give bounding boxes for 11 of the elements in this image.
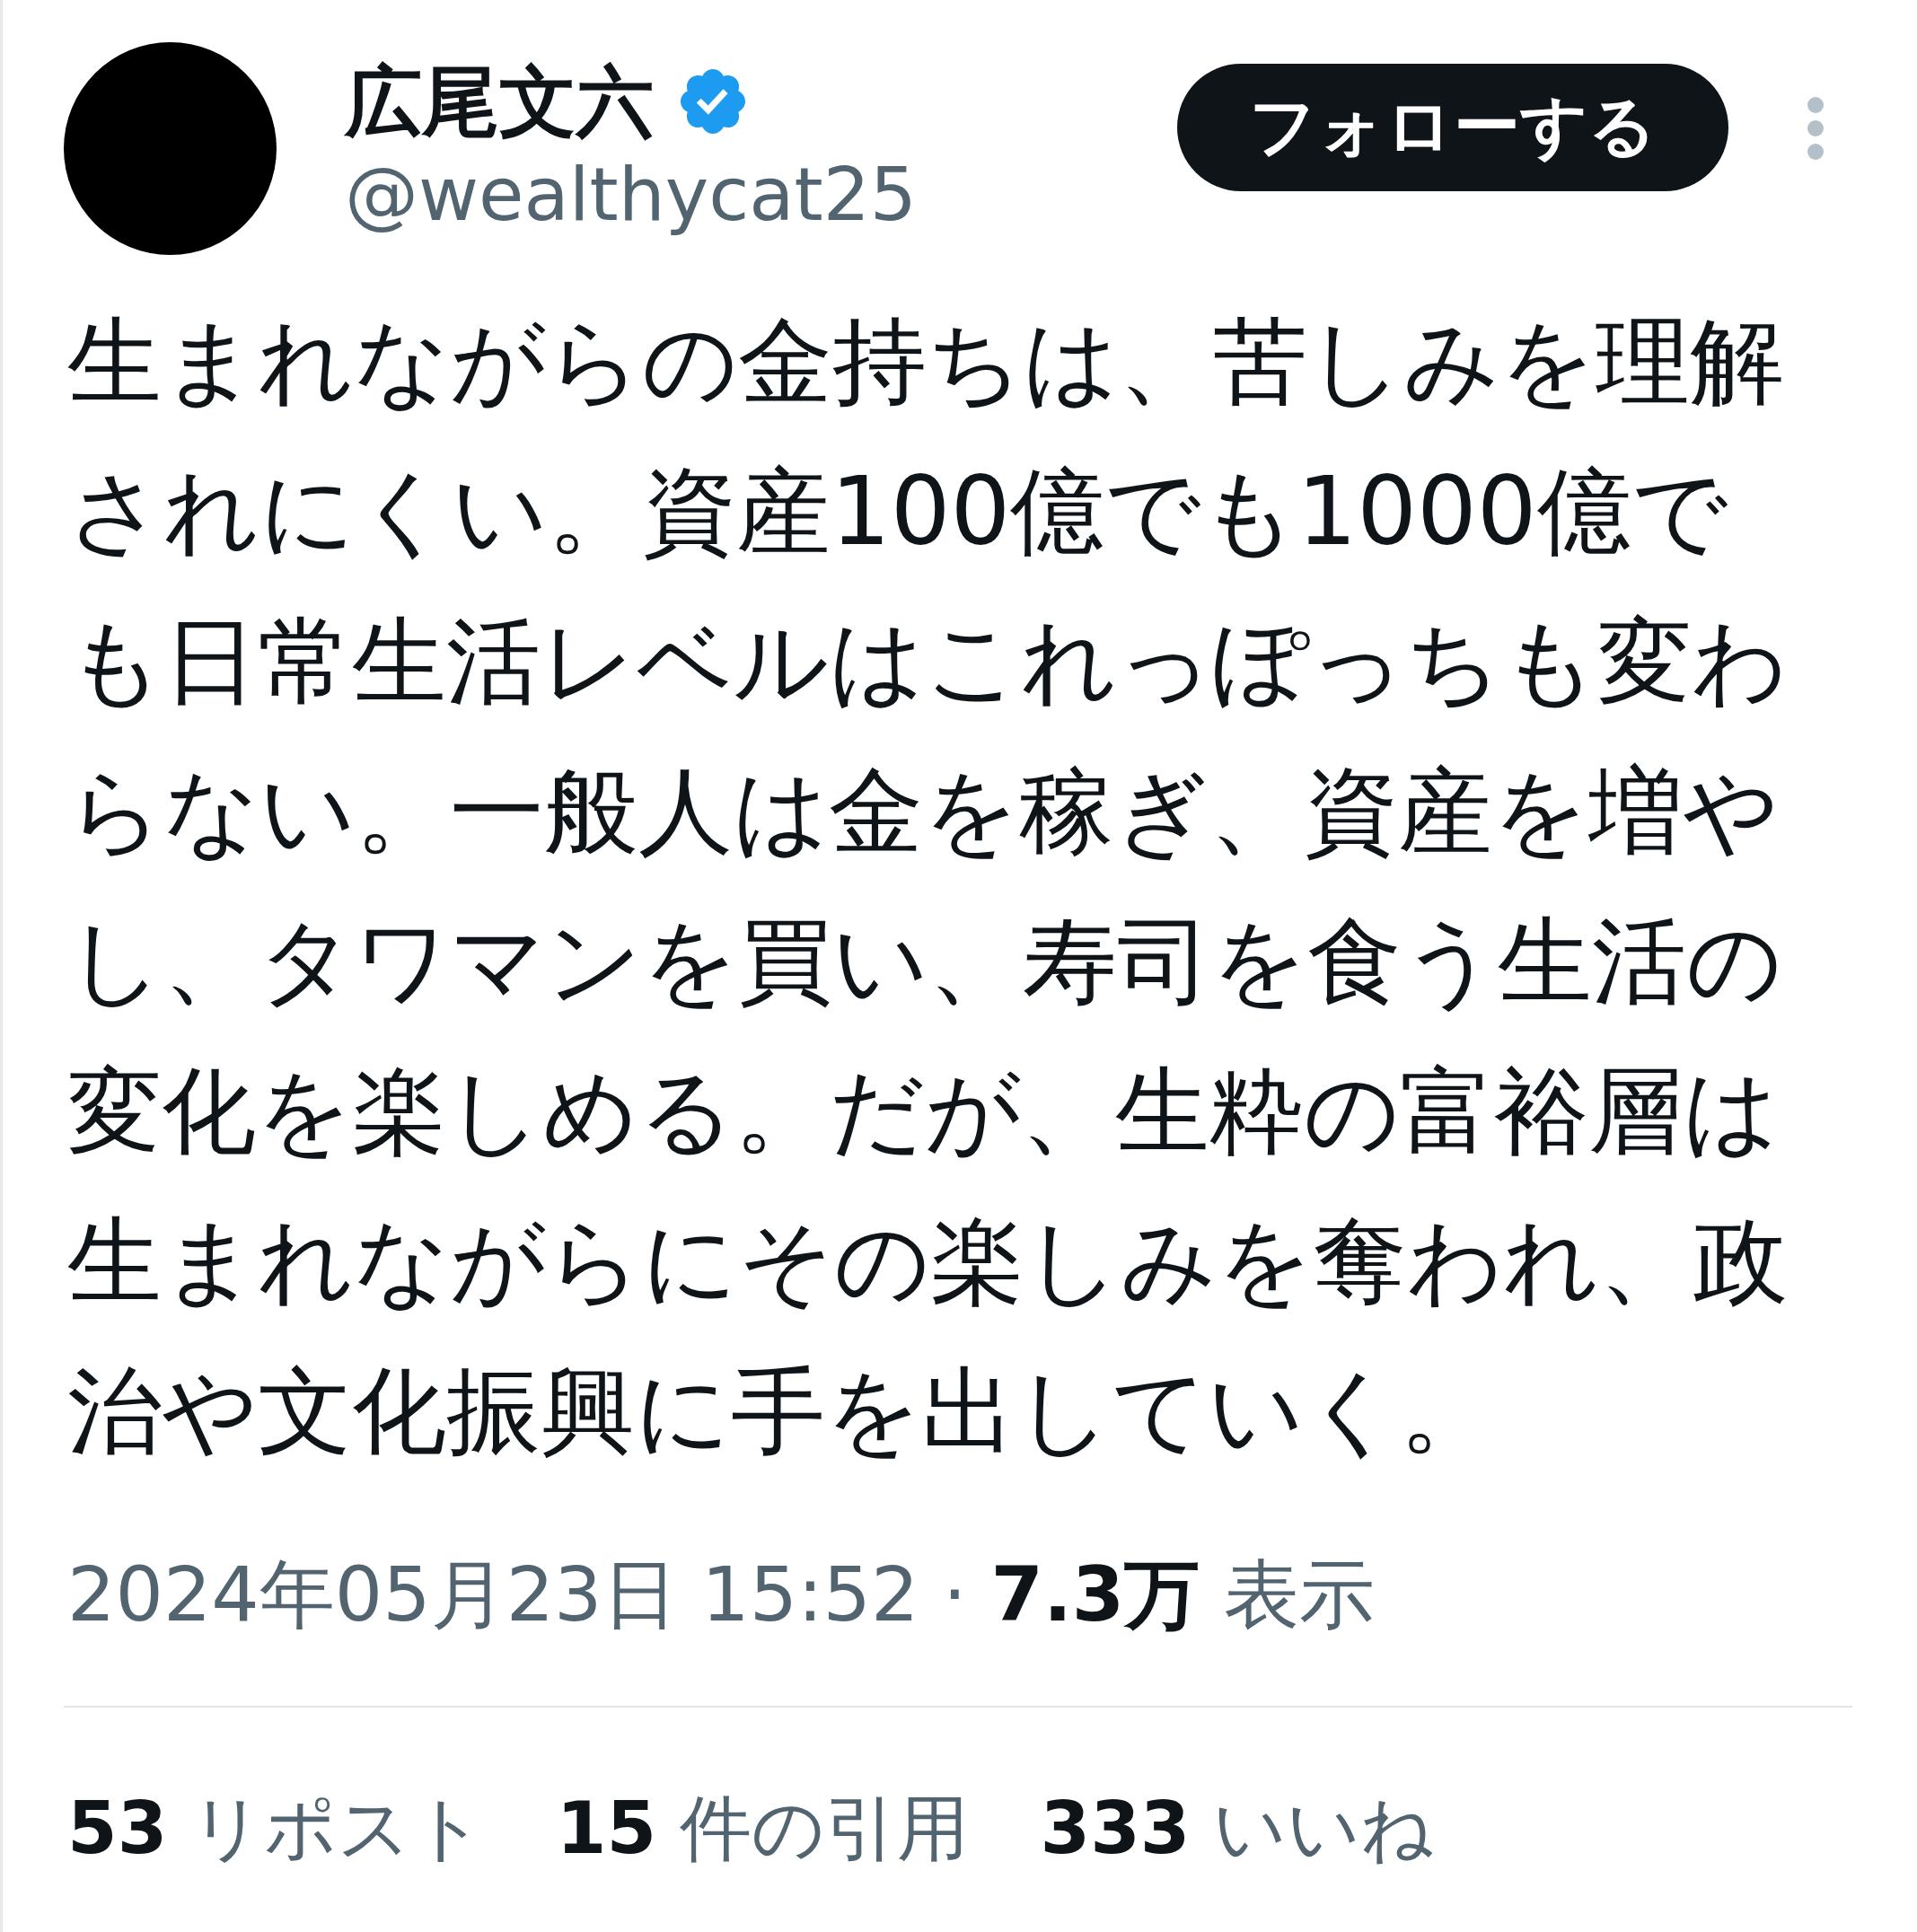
separator-dot: · xyxy=(943,1550,967,1638)
post-text: 生まれながらの金持ちは、苦しみを理解されにくい。資産100億でも1000億でも日常生活レベルはこれっぽっちも変わらない。一般人は金を稼ぎ、資産を増やし、タワマンを買い、寿司を食う生活の変化を楽しめる。だが、生粋の富裕層は生まれながらにその楽しみを奪われ、政治や文化振興に手を出していく。 xyxy=(67,306,1789,1468)
stat-link[interactable]: 15 件の引用 xyxy=(556,1782,969,1875)
stat-link[interactable]: 333 いいね xyxy=(1040,1782,1434,1875)
user-handle[interactable]: @wealthycat25 xyxy=(345,148,918,242)
views-label: 表示 xyxy=(1223,1550,1375,1638)
stat-link[interactable]: 53 リポスト xyxy=(67,1782,485,1875)
post-timestamp[interactable]: 2024年05月23日 15:52 xyxy=(67,1550,919,1638)
display-name[interactable]: 広尾文六 xyxy=(345,55,654,148)
follow-button[interactable]: フォローする xyxy=(1177,64,1728,191)
view-count: 7.3万 xyxy=(990,1550,1200,1638)
